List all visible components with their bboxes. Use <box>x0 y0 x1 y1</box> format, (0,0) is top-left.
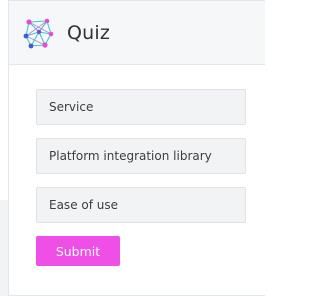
option-service[interactable]: Service <box>36 89 246 125</box>
background-panel-left <box>0 200 8 296</box>
page-title: Quiz <box>67 21 111 44</box>
submit-button[interactable]: Submit <box>36 236 120 266</box>
option-ease-of-use[interactable]: Ease of use <box>36 187 246 223</box>
quiz-options: Service Platform integration library Eas… <box>9 65 265 266</box>
card-header: Quiz <box>9 1 265 65</box>
quiz-card: Quiz Service Platform integration librar… <box>8 0 265 296</box>
page: Quiz Service Platform integration librar… <box>0 0 265 296</box>
network-graph-icon <box>23 18 54 48</box>
option-platform-integration-library[interactable]: Platform integration library <box>36 138 246 174</box>
